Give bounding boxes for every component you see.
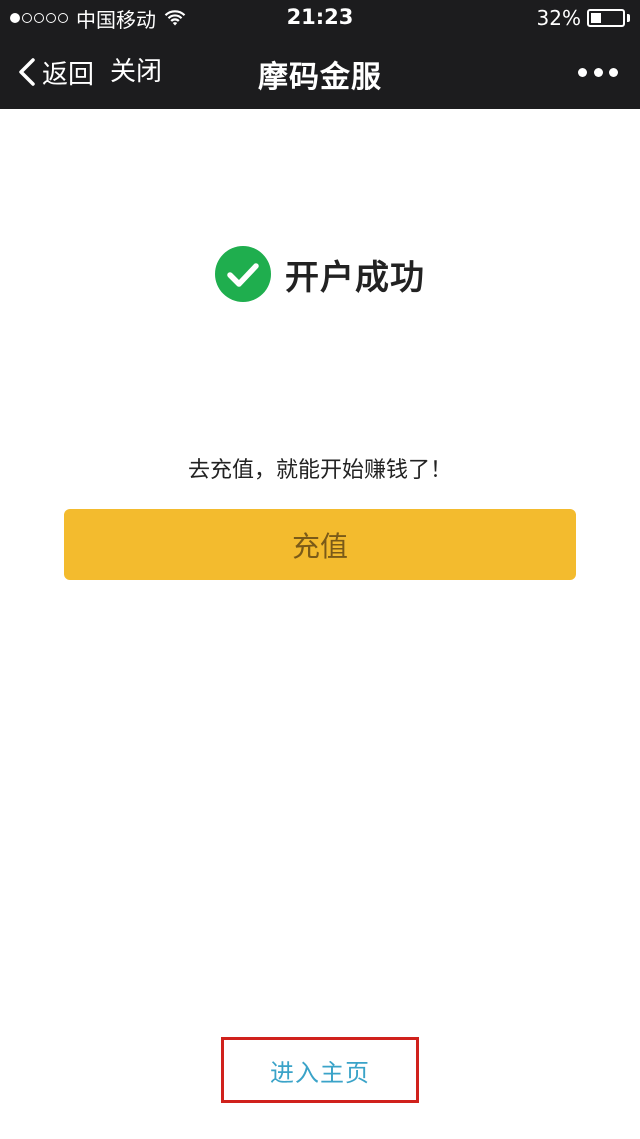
top-bar: 中国移动 21:23 32% 返回 关闭 摩码金服	[0, 0, 640, 109]
home-link-highlight: 进入主页	[221, 1037, 419, 1103]
battery-fill	[591, 13, 601, 23]
more-button[interactable]	[578, 60, 618, 84]
success-title: 开户成功	[285, 257, 425, 298]
success-header: 开户成功	[0, 246, 640, 302]
recharge-button[interactable]: 充值	[64, 509, 576, 580]
battery-percent: 32%	[536, 6, 581, 30]
battery-icon	[587, 9, 625, 27]
recharge-prompt: 去充值，就能开始赚钱了！	[187, 458, 452, 483]
nav-bar: 返回 关闭 摩码金服	[0, 36, 640, 109]
battery-tip	[627, 14, 630, 22]
more-icon	[593, 67, 603, 77]
check-circle-icon	[215, 246, 271, 302]
status-bar: 中国移动 21:23 32%	[0, 0, 640, 36]
status-right: 32%	[537, 6, 630, 30]
page-title: 摩码金服	[258, 60, 382, 95]
more-icon	[609, 67, 618, 77]
enter-home-link[interactable]: 进入主页	[270, 1053, 370, 1088]
more-icon	[578, 67, 587, 77]
